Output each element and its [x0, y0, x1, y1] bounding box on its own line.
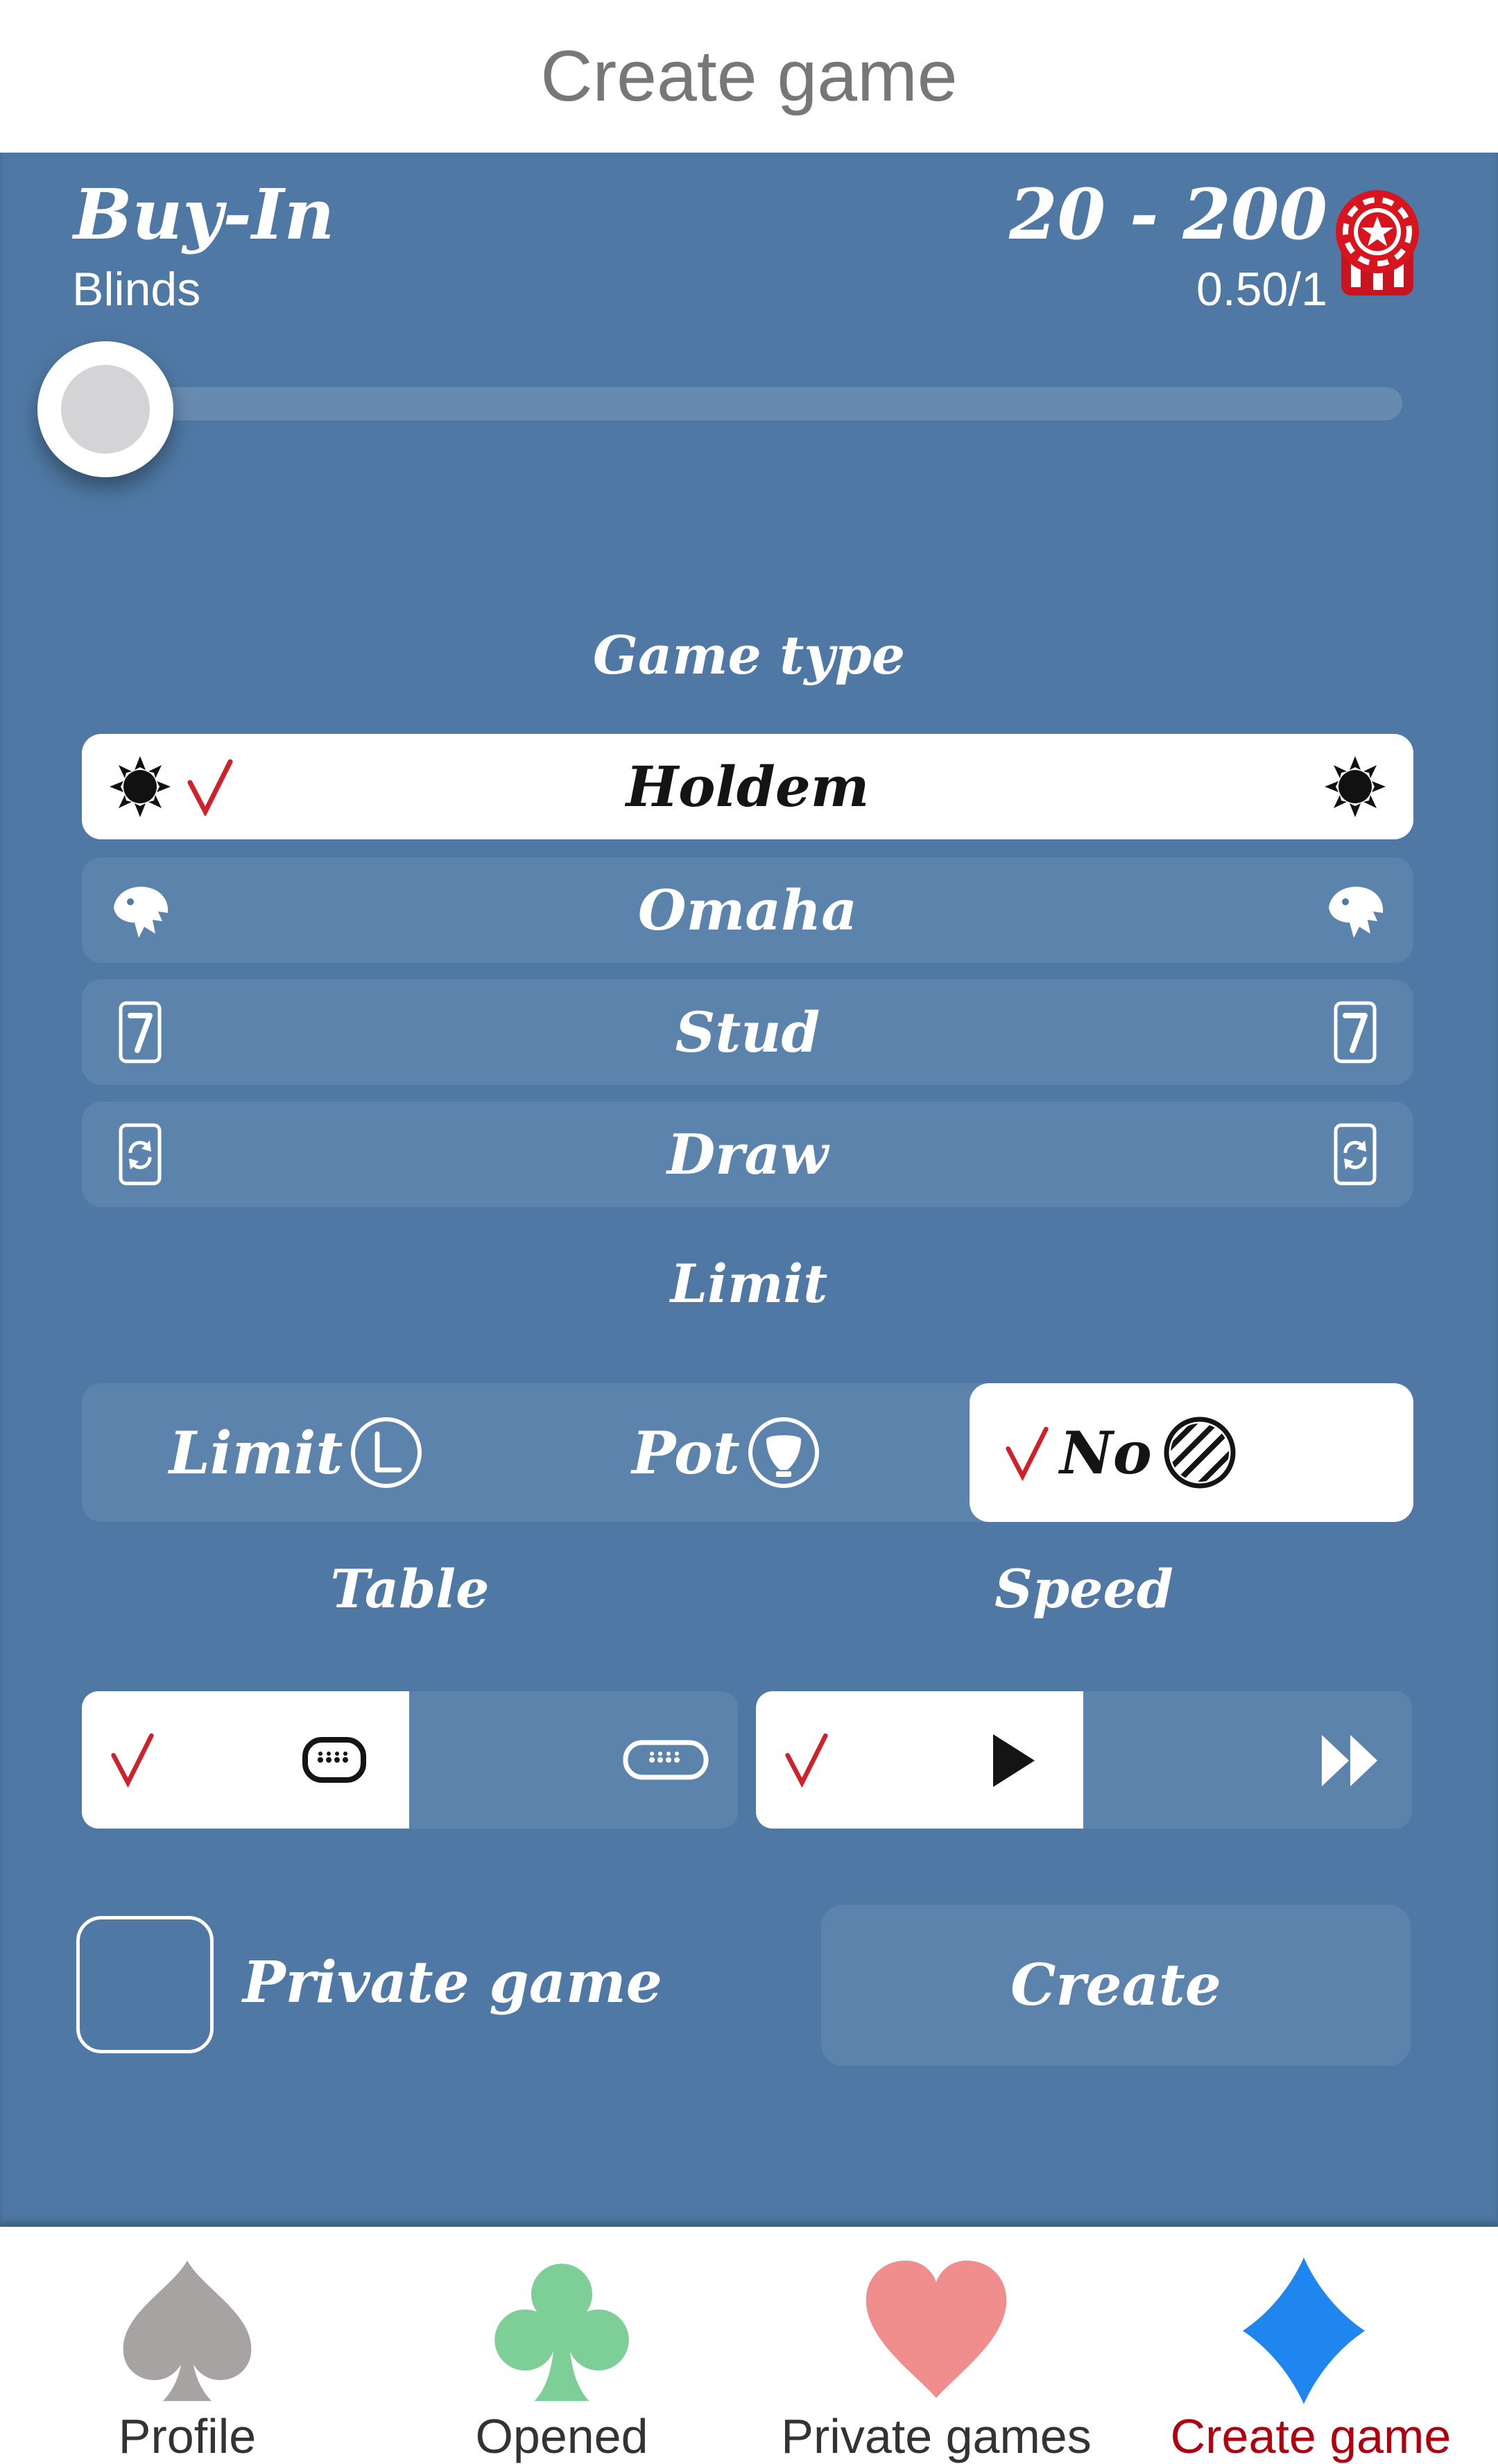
slider-thumb-center [61, 365, 150, 454]
letter-l-circle-icon [351, 1417, 422, 1488]
eagle-head-icon [1329, 887, 1384, 938]
page-title: Create game [540, 35, 958, 117]
table-selector [82, 1691, 738, 1829]
tab-create-game[interactable]: Create game [1124, 2227, 1498, 2464]
blinds-value: 0.50/1 [1196, 263, 1327, 316]
play-icon [993, 1734, 1035, 1787]
tab-private-games[interactable]: Private games [749, 2227, 1124, 2464]
game-type-label: Stud [675, 1000, 820, 1065]
fast-forward-icon [1321, 1734, 1378, 1787]
create-game-panel: Buy-In Blinds 20 - 200 0.50/1 Game type [0, 153, 1498, 2227]
limit-option-limit[interactable]: Limit [82, 1383, 512, 1522]
eagle-head-icon [114, 887, 169, 938]
card-refresh-icon [1334, 1123, 1377, 1186]
table-option-long[interactable] [409, 1691, 738, 1829]
club-icon [494, 2264, 629, 2402]
pot-circle-icon [748, 1417, 819, 1488]
limit-option-label: Pot [632, 1418, 740, 1487]
limit-option-label: No [1060, 1418, 1152, 1487]
limit-option-pot[interactable]: Pot [512, 1383, 942, 1522]
tab-label: Opened [475, 2409, 648, 2463]
heart-icon [866, 2260, 1007, 2398]
game-type-label: Draw [666, 1122, 829, 1187]
speed-selector [756, 1691, 1412, 1829]
speed-title: Speed [995, 1558, 1173, 1620]
create-button-label: Create [1010, 1952, 1221, 2019]
buyin-slider-thumb[interactable] [37, 341, 173, 477]
create-button[interactable]: Create [821, 1905, 1411, 2066]
speed-option-normal[interactable] [756, 1691, 1083, 1829]
tab-label: Create game [1170, 2409, 1452, 2463]
top-header: Create game [0, 0, 1498, 153]
card-refresh-icon [119, 1123, 162, 1186]
private-game-label: Private game [243, 1949, 662, 2016]
tab-label: Private games [781, 2409, 1092, 2463]
tab-label: Profile [118, 2409, 257, 2463]
game-type-draw[interactable]: Draw [82, 1102, 1413, 1207]
long-table-icon [623, 1740, 709, 1780]
limit-option-label: Limit [169, 1418, 343, 1487]
buyin-value: 20 - 200 [1008, 173, 1327, 255]
limit-selector: Limit Pot No [82, 1383, 1413, 1522]
diamond-icon [1243, 2257, 1365, 2404]
bottom-tab-bar: Profile Opened Private games Create game [0, 2227, 1498, 2464]
tab-profile[interactable]: Profile [0, 2227, 374, 2464]
table-title: Table [330, 1558, 490, 1620]
game-type-title: Game type [592, 624, 906, 686]
crown-icon [110, 756, 171, 817]
card-seven-icon [1334, 1001, 1377, 1063]
limit-title: Limit [670, 1253, 828, 1315]
buyin-label: Buy-In [74, 173, 335, 255]
game-type-holdem[interactable]: Holdem [82, 734, 1413, 839]
crown-icon [1325, 756, 1386, 817]
table-option-short[interactable] [82, 1691, 409, 1829]
game-type-label: Holdem [626, 754, 870, 819]
private-game-checkbox[interactable] [76, 1916, 214, 2053]
game-type-stud[interactable]: Stud [82, 979, 1413, 1085]
game-type-label: Omaha [637, 878, 858, 943]
card-seven-icon [119, 1001, 162, 1063]
check-icon [1006, 1426, 1049, 1481]
blinds-label: Blinds [72, 263, 201, 316]
game-type-omaha[interactable]: Omaha [82, 857, 1413, 963]
poker-chip-icon [1336, 190, 1419, 296]
limit-option-no[interactable]: No [970, 1383, 1413, 1522]
spade-icon [123, 2260, 252, 2402]
check-icon [187, 759, 233, 816]
short-table-icon [302, 1737, 366, 1783]
check-icon [785, 1733, 828, 1788]
buyin-slider-track[interactable] [97, 387, 1402, 420]
speed-option-fast[interactable] [1083, 1691, 1412, 1829]
striped-circle-icon [1164, 1417, 1236, 1489]
tab-opened[interactable]: Opened [374, 2227, 749, 2464]
check-icon [111, 1733, 154, 1788]
